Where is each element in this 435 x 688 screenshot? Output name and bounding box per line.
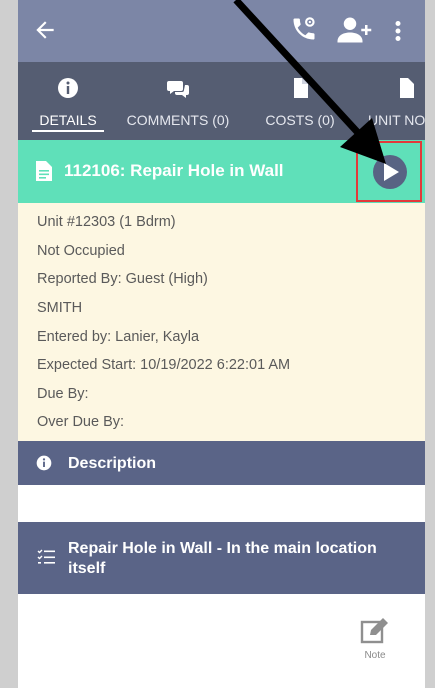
tab-comments-label: COMMENTS (0) xyxy=(126,112,230,128)
description-section-header[interactable]: Description xyxy=(18,441,425,485)
task-label: Repair Hole in Wall - In the main locati… xyxy=(68,540,377,577)
comments-icon xyxy=(167,81,189,98)
unit-info: Unit #12303 (1 Bdrm) xyxy=(37,214,176,230)
due-by: Due By: xyxy=(37,386,89,402)
tab-details[interactable]: DETAILS xyxy=(26,62,110,140)
add-user-icon[interactable] xyxy=(336,15,374,45)
description-label: Description xyxy=(68,455,157,472)
start-work-order-button[interactable] xyxy=(373,155,407,189)
work-order-details: Unit #12303 (1 Bdrm) Not Occupied Report… xyxy=(18,203,425,441)
note-button[interactable]: Note xyxy=(352,618,398,668)
edit-note-icon xyxy=(360,618,388,644)
note-label: Note xyxy=(364,650,386,661)
document-icon xyxy=(36,161,52,181)
entered-by: Entered by: Lanier, Kayla xyxy=(37,329,200,345)
description-body xyxy=(18,485,425,522)
tab-bar: DETAILS COMMENTS (0) COSTS (0) UNIT NO xyxy=(18,62,425,140)
tab-costs-label: COSTS (0) xyxy=(265,112,335,128)
active-tab-indicator xyxy=(32,130,104,132)
resident-name: SMITH xyxy=(37,300,83,316)
info-icon xyxy=(58,78,78,98)
back-arrow-icon[interactable] xyxy=(32,17,58,43)
play-icon xyxy=(384,163,399,181)
info-icon xyxy=(36,455,52,471)
tab-unit-notes[interactable]: UNIT NO xyxy=(360,62,425,140)
phone-location-icon[interactable] xyxy=(290,15,318,43)
more-options-icon[interactable] xyxy=(390,16,406,46)
document-icon xyxy=(294,78,308,98)
occupancy-status: Not Occupied xyxy=(37,243,125,259)
bottom-area: Note xyxy=(18,594,425,688)
work-order-title: 112106: Repair Hole in Wall xyxy=(64,161,284,180)
tab-comments[interactable]: COMMENTS (0) xyxy=(116,62,240,140)
highlight-box xyxy=(356,141,422,202)
expected-start: Expected Start: 10/19/2022 6:22:01 AM xyxy=(37,357,291,373)
screenshot-frame: DETAILS COMMENTS (0) COSTS (0) UNIT NO 1… xyxy=(0,0,435,688)
over-due-by: Over Due By: xyxy=(37,414,125,430)
phone-screen: DETAILS COMMENTS (0) COSTS (0) UNIT NO 1… xyxy=(18,0,425,688)
tab-costs[interactable]: COSTS (0) xyxy=(254,62,346,140)
app-bar xyxy=(18,0,425,62)
tab-details-label: DETAILS xyxy=(39,112,97,128)
work-order-header: 112106: Repair Hole in Wall xyxy=(18,140,425,203)
checklist-icon xyxy=(37,549,55,564)
document-icon xyxy=(400,78,414,98)
task-section-header[interactable]: Repair Hole in Wall - In the main locati… xyxy=(18,522,425,594)
tab-unit-notes-label: UNIT NO xyxy=(368,112,425,128)
reported-by: Reported By: Guest (High) xyxy=(37,271,208,287)
